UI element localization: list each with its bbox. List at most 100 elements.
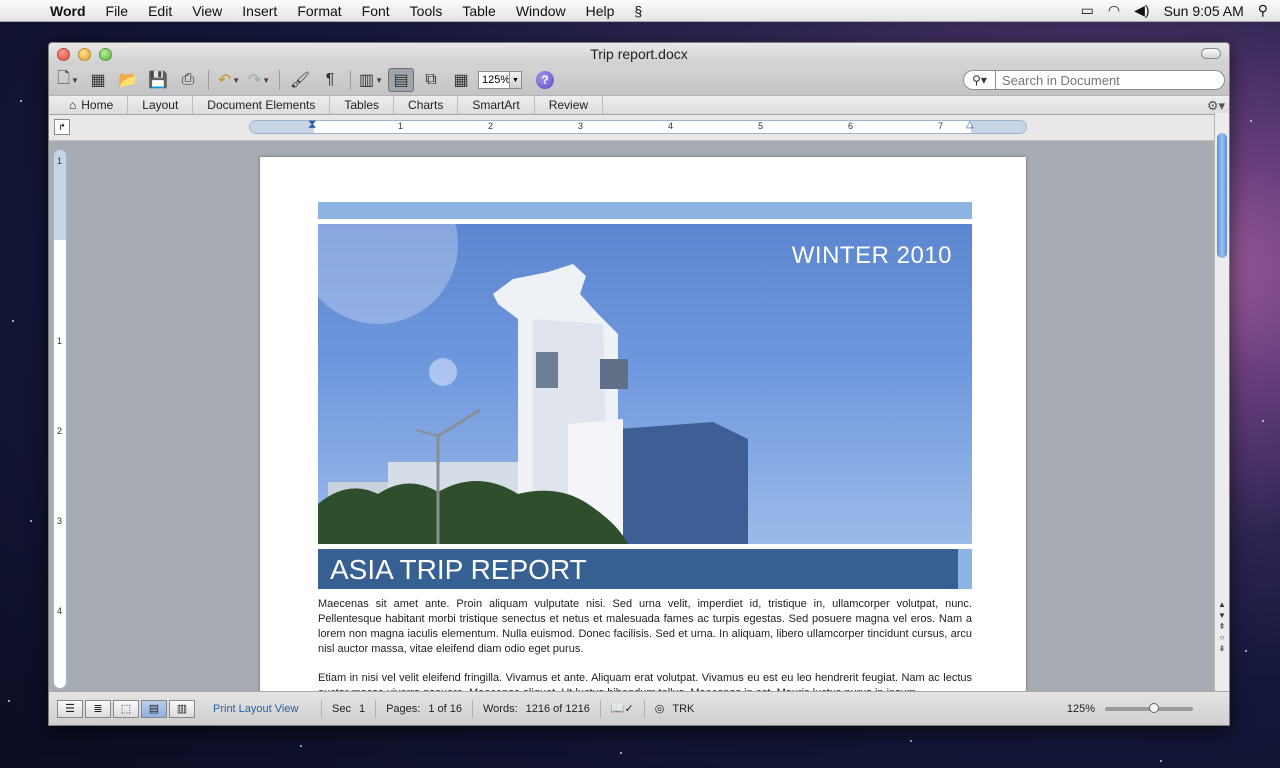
zoom-select[interactable]: 125% ▼ (478, 71, 522, 89)
toolbox-icon: ▤ (393, 72, 409, 89)
vertical-scrollbar[interactable]: ▲ ▼ ⇞ ○ ⇟ (1214, 113, 1229, 693)
building-photo (318, 224, 748, 544)
format-painter-button[interactable]: 🖌 (287, 68, 313, 92)
toolbox-button[interactable]: ▤ (388, 68, 414, 92)
section-indicator: Sec 1 (321, 699, 375, 718)
browse-object-icon[interactable]: ○ (1220, 633, 1225, 642)
tab-home[interactable]: ⌂ Home (49, 96, 129, 114)
scrollbar-thumb[interactable] (1217, 133, 1227, 258)
show-formatting-button[interactable]: ¶ (317, 68, 343, 92)
menu-table[interactable]: Table (452, 0, 505, 22)
gallery-button[interactable]: ▦ (448, 68, 474, 92)
media-browser-button[interactable]: ⧉ (418, 68, 444, 92)
chevron-down-icon: ▼ (509, 72, 521, 88)
publishing-layout-view-button[interactable]: ⬚ (113, 699, 139, 718)
right-indent-marker[interactable]: △ (966, 119, 974, 130)
ruler-number: 3 (578, 121, 584, 131)
draft-view-button[interactable]: ☰ (57, 699, 83, 718)
current-view-label: Print Layout View (213, 702, 299, 715)
menu-insert[interactable]: Insert (232, 0, 287, 22)
tab-review[interactable]: Review (535, 96, 604, 114)
track-changes-indicator[interactable]: ◎ TRK (643, 699, 705, 718)
vertical-ruler[interactable]: 1 1 2 3 4 (53, 149, 67, 689)
window-title: Trip report.docx (590, 46, 688, 62)
document-page[interactable]: WINTER 2010 ASIA TRIP REPORT Maecenas si… (260, 157, 1026, 693)
wifi-icon[interactable]: ◠ (1108, 2, 1120, 19)
menu-format[interactable]: Format (287, 0, 351, 22)
body-paragraph-1[interactable]: Maecenas sit amet ante. Proin aliquam vu… (318, 597, 972, 657)
menu-tools[interactable]: Tools (400, 0, 453, 22)
left-indent-marker[interactable]: ⧗ (308, 117, 316, 132)
spotlight-icon[interactable]: ⚲ (1258, 2, 1268, 19)
outline-view-button[interactable]: ≣ (85, 699, 111, 718)
print-layout-view-button[interactable]: ▤ (141, 699, 167, 718)
scroll-down-icon[interactable]: ▼ (1218, 611, 1226, 620)
pilcrow-icon: ¶ (325, 71, 335, 88)
print-button[interactable]: ⎙ (175, 68, 201, 92)
document-area[interactable]: 1 1 2 3 4 WINTER 2010 ASIA TRIP REPORT M… (49, 141, 1215, 693)
body-paragraph-2[interactable]: Etiam in nisi vel velit eleifend fringil… (318, 671, 972, 693)
scroll-up-icon[interactable]: ▲ (1218, 600, 1226, 609)
zoom-window-button[interactable] (99, 47, 112, 61)
menubar-clock[interactable]: Sun 9:05 AM (1164, 3, 1244, 19)
minimize-window-button[interactable] (78, 47, 91, 61)
status-zoom-value: 125% (1066, 702, 1095, 715)
tab-stop-selector[interactable]: ↱ (54, 119, 70, 135)
templates-button[interactable]: ▦ (85, 68, 111, 92)
sidebar-button[interactable]: ▥ ▼ (358, 68, 384, 92)
home-icon: ⌂ (69, 98, 77, 112)
tab-charts[interactable]: Charts (394, 96, 459, 114)
next-page-icon[interactable]: ⇟ (1219, 644, 1226, 653)
menu-window[interactable]: Window (506, 0, 576, 22)
document-title[interactable]: ASIA TRIP REPORT (330, 554, 587, 586)
tab-document-elements[interactable]: Document Elements (193, 96, 331, 114)
save-button[interactable]: 💾 (145, 68, 171, 92)
header-accent-bar (318, 202, 972, 219)
toolbar-toggle-button[interactable] (1201, 48, 1221, 59)
search-input[interactable] (995, 70, 1225, 90)
tab-smartart[interactable]: SmartArt (458, 96, 535, 114)
ruler-number: 2 (488, 121, 494, 131)
help-button[interactable]: ? (536, 71, 554, 89)
ruler-number: 5 (758, 121, 764, 131)
ruler-bar: ↱ 1 2 3 4 5 6 7 ⧗ △ (49, 115, 1229, 141)
display-icon[interactable]: ▭ (1081, 2, 1094, 19)
menu-file[interactable]: File (96, 0, 139, 22)
open-button[interactable]: 📂 (115, 68, 141, 92)
zoom-slider-knob[interactable] (1149, 702, 1159, 713)
zoom-slider[interactable] (1105, 702, 1193, 713)
undo-button[interactable]: ↶ ▼ (216, 68, 242, 92)
menu-view[interactable]: View (182, 0, 232, 22)
season-label: WINTER 2010 (791, 242, 952, 269)
tab-tables[interactable]: Tables (330, 96, 395, 114)
horizontal-ruler[interactable]: 1 2 3 4 5 6 7 ⧗ △ (249, 117, 1027, 134)
title-bar: Trip report.docx (49, 43, 1229, 65)
paintbrush-icon: 🖌 (289, 72, 311, 89)
ruler-number: 4 (57, 606, 63, 616)
ribbon-settings-gear-icon[interactable]: ⚙▾ (1207, 98, 1225, 114)
redo-button[interactable]: ↷ ▼ (246, 68, 272, 92)
zoom-value: 125% (482, 74, 511, 86)
menu-app-word[interactable]: Word (40, 0, 96, 22)
menu-edit[interactable]: Edit (138, 0, 182, 22)
new-document-button[interactable]: 🗋 ▼ (55, 68, 81, 92)
media-browser-icon: ⧉ (425, 71, 437, 88)
search-icon[interactable]: ⚲▾ (963, 70, 995, 90)
word-count[interactable]: Words: 1216 of 1216 (471, 699, 600, 718)
undo-icon: ↶ (217, 72, 232, 89)
previous-page-icon[interactable]: ⇞ (1219, 622, 1226, 631)
menu-font[interactable]: Font (352, 0, 400, 22)
ruler-number: 1 (398, 121, 404, 131)
menu-help[interactable]: Help (576, 0, 625, 22)
volume-icon[interactable]: ◀) (1134, 2, 1149, 19)
new-document-icon: 🗋 (57, 69, 70, 87)
notebook-layout-view-button[interactable]: ▥ (169, 699, 195, 718)
spelling-status[interactable]: 📖✓ (599, 699, 644, 718)
ruler-number: 1 (57, 336, 63, 346)
script-menu-icon[interactable]: § (624, 0, 652, 22)
close-window-button[interactable] (57, 47, 70, 61)
save-icon: 💾 (148, 72, 168, 89)
standard-toolbar: 🗋 ▼ ▦ 📂 💾 ⎙ ↶ ▼ ↷ ▼ 🖌 ¶ ▥ ▼ ▤ ⧉ ▦ 125% ▼ ? ⚲… (49, 65, 1229, 95)
ruler-number: 2 (57, 426, 63, 436)
tab-layout[interactable]: Layout (128, 96, 194, 114)
